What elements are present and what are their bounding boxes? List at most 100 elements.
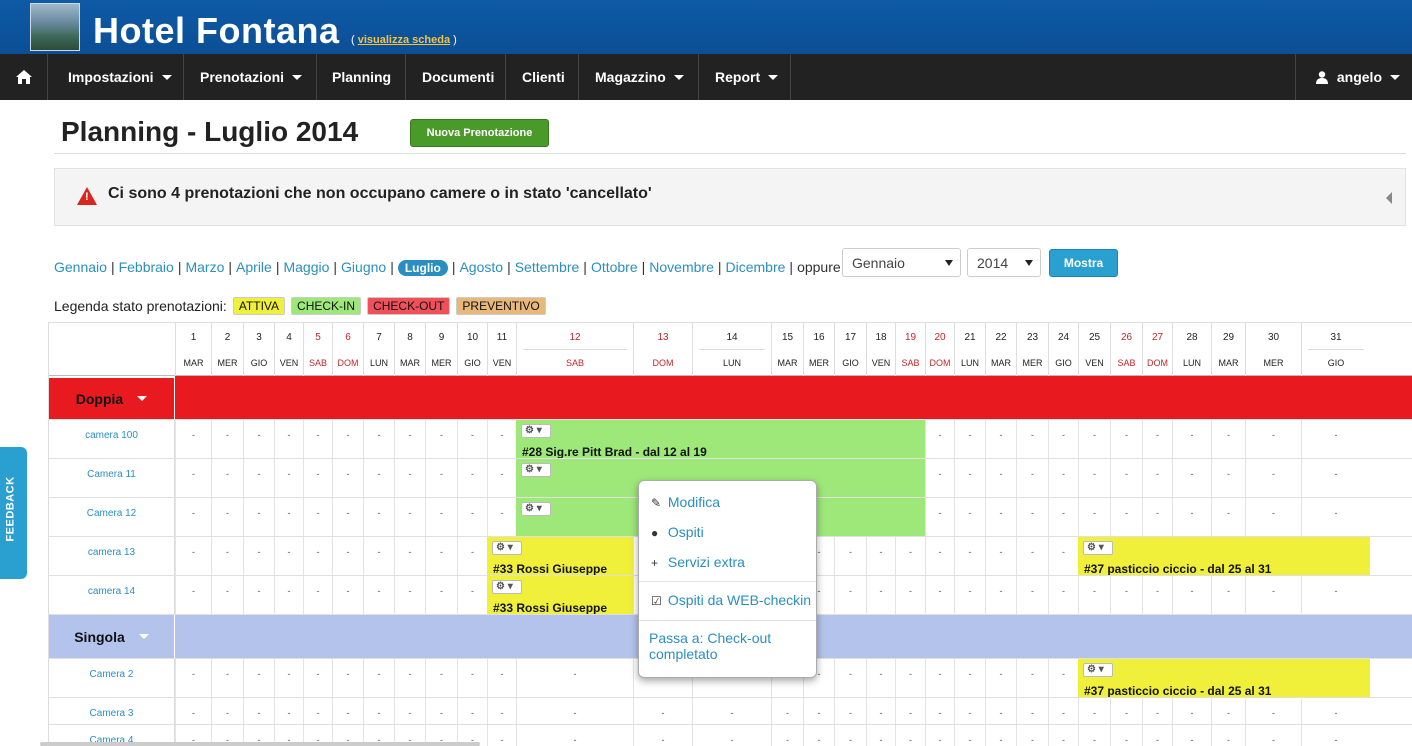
day-cell[interactable]: - xyxy=(1211,725,1245,746)
day-cell[interactable]: - xyxy=(332,420,363,458)
day-cell[interactable]: - xyxy=(1016,420,1048,458)
day-cell[interactable]: - xyxy=(1016,659,1048,697)
day-cell[interactable]: - xyxy=(633,725,692,746)
day-cell[interactable]: - xyxy=(954,576,985,614)
day-cell[interactable]: - xyxy=(1016,459,1048,497)
room-link[interactable]: camera 13 xyxy=(49,537,175,575)
day-cell[interactable]: - xyxy=(1078,576,1110,614)
day-cell[interactable]: - xyxy=(211,498,243,536)
nav-impostazioni[interactable]: Impostazioni xyxy=(48,54,184,100)
day-cell[interactable]: - xyxy=(1245,725,1301,746)
month-link[interactable]: Settembre xyxy=(515,259,580,275)
day-cell[interactable]: - xyxy=(243,576,274,614)
day-cell[interactable]: - xyxy=(175,659,211,697)
day-cell[interactable]: - xyxy=(363,498,394,536)
month-link[interactable]: Maggio xyxy=(283,259,329,275)
day-cell[interactable]: - xyxy=(425,537,457,575)
group-toggle[interactable]: Doppia xyxy=(49,376,175,419)
day-cell[interactable]: - xyxy=(1172,459,1211,497)
day-cell[interactable]: - xyxy=(516,659,633,697)
menu-ospiti[interactable]: ● Ospiti xyxy=(651,524,704,540)
day-cell[interactable]: - xyxy=(487,498,516,536)
day-cell[interactable]: - xyxy=(363,537,394,575)
gear-icon[interactable]: ⚙ ▾ xyxy=(521,463,551,477)
menu-passa-checkout[interactable]: Passa a: Check-out completato xyxy=(649,630,771,662)
menu-servizi-extra[interactable]: + Servizi extra xyxy=(651,554,745,570)
day-cell[interactable]: - xyxy=(394,698,425,724)
nav-clienti[interactable]: Clienti xyxy=(506,54,579,100)
day-cell[interactable]: - xyxy=(1016,498,1048,536)
day-cell[interactable]: - xyxy=(925,498,954,536)
day-cell[interactable]: - xyxy=(1048,698,1078,724)
day-cell[interactable]: - xyxy=(925,725,954,746)
day-cell[interactable]: - xyxy=(1211,459,1245,497)
nav-documenti[interactable]: Documenti xyxy=(406,54,506,100)
day-cell[interactable]: - xyxy=(895,698,925,724)
day-cell[interactable]: - xyxy=(457,698,487,724)
day-cell[interactable]: - xyxy=(1245,459,1301,497)
day-cell[interactable]: - xyxy=(1301,420,1370,458)
month-link[interactable]: Marzo xyxy=(185,259,224,275)
day-cell[interactable]: - xyxy=(1016,576,1048,614)
day-cell[interactable]: - xyxy=(274,576,303,614)
nav-planning[interactable]: Planning xyxy=(317,54,406,100)
day-cell[interactable]: - xyxy=(363,459,394,497)
month-link-current[interactable]: Luglio xyxy=(397,260,448,276)
day-cell[interactable]: - xyxy=(1211,698,1245,724)
day-cell[interactable]: - xyxy=(243,459,274,497)
menu-modifica[interactable]: ✎ Modifica xyxy=(651,494,720,510)
month-link[interactable]: Febbraio xyxy=(119,259,174,275)
day-cell[interactable]: - xyxy=(425,659,457,697)
day-cell[interactable]: - xyxy=(243,698,274,724)
day-cell[interactable]: - xyxy=(1211,576,1245,614)
day-cell[interactable]: - xyxy=(633,698,692,724)
day-cell[interactable]: - xyxy=(211,537,243,575)
booking-bar[interactable]: ⚙ ▾ #28 Sig.re Pitt Brad - dal 12 al 19 xyxy=(516,420,925,458)
horizontal-scrollbar[interactable] xyxy=(40,742,480,746)
day-cell[interactable]: - xyxy=(1301,698,1370,724)
day-cell[interactable]: - xyxy=(274,659,303,697)
month-link[interactable]: Aprile xyxy=(236,259,272,275)
day-cell[interactable]: - xyxy=(1016,725,1048,746)
day-cell[interactable]: - xyxy=(771,698,803,724)
day-cell[interactable]: - xyxy=(303,459,332,497)
month-link[interactable]: Gennaio xyxy=(54,259,107,275)
day-cell[interactable]: - xyxy=(274,459,303,497)
day-cell[interactable]: - xyxy=(866,659,895,697)
year-select[interactable]: 2014 xyxy=(967,248,1041,277)
day-cell[interactable]: - xyxy=(803,725,834,746)
gear-icon[interactable]: ⚙ ▾ xyxy=(1083,663,1113,677)
day-cell[interactable]: - xyxy=(425,498,457,536)
day-cell[interactable]: - xyxy=(1016,698,1048,724)
day-cell[interactable]: - xyxy=(211,698,243,724)
day-cell[interactable]: - xyxy=(985,659,1016,697)
day-cell[interactable]: - xyxy=(1048,459,1078,497)
gear-icon[interactable]: ⚙ ▾ xyxy=(492,580,522,594)
nav-prenotazioni[interactable]: Prenotazioni xyxy=(184,54,317,100)
day-cell[interactable]: - xyxy=(243,659,274,697)
day-cell[interactable]: - xyxy=(803,698,834,724)
day-cell[interactable]: - xyxy=(394,459,425,497)
room-link[interactable]: Camera 3 xyxy=(49,698,175,724)
day-cell[interactable]: - xyxy=(211,420,243,458)
show-button[interactable]: Mostra xyxy=(1049,249,1118,277)
day-cell[interactable]: - xyxy=(175,420,211,458)
day-cell[interactable]: - xyxy=(895,537,925,575)
day-cell[interactable]: - xyxy=(243,420,274,458)
day-cell[interactable]: - xyxy=(1142,420,1172,458)
day-cell[interactable]: - xyxy=(363,659,394,697)
day-cell[interactable]: - xyxy=(985,537,1016,575)
day-cell[interactable]: - xyxy=(1078,498,1110,536)
day-cell[interactable]: - xyxy=(1048,576,1078,614)
day-cell[interactable]: - xyxy=(1245,498,1301,536)
day-cell[interactable]: - xyxy=(394,537,425,575)
day-cell[interactable]: - xyxy=(332,698,363,724)
day-cell[interactable]: - xyxy=(954,537,985,575)
day-cell[interactable]: - xyxy=(457,537,487,575)
room-link[interactable]: Camera 11 xyxy=(49,459,175,497)
day-cell[interactable]: - xyxy=(175,498,211,536)
day-cell[interactable]: - xyxy=(457,498,487,536)
day-cell[interactable]: - xyxy=(243,498,274,536)
day-cell[interactable]: - xyxy=(1211,420,1245,458)
day-cell[interactable]: - xyxy=(332,576,363,614)
